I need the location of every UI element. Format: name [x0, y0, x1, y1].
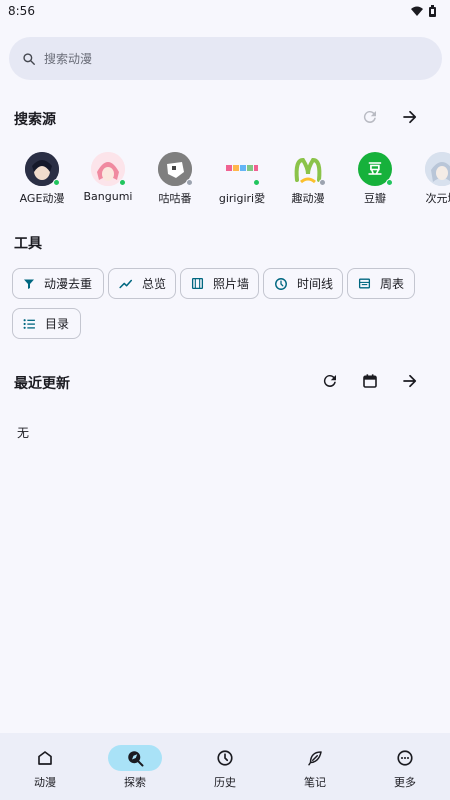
trend-icon — [119, 279, 133, 288]
source-item-qudongman[interactable]: 趣动漫 — [273, 152, 343, 206]
tool-photo-wall-button[interactable]: 照片墙 — [180, 268, 259, 299]
nav-pill — [378, 745, 432, 771]
calendar-table-icon — [358, 278, 371, 289]
tool-label: 目录 — [45, 317, 70, 331]
tool-label: 时间线 — [297, 277, 334, 291]
wifi-icon — [411, 6, 423, 16]
status-dot — [253, 179, 260, 186]
source-avatar — [25, 152, 60, 186]
nav-label: 动漫 — [34, 776, 56, 789]
status-dot — [386, 179, 393, 186]
source-item-age[interactable]: AGE动漫 — [7, 152, 77, 206]
feather-icon — [308, 751, 322, 766]
explore-icon — [128, 751, 144, 767]
refresh-icon — [363, 110, 376, 123]
tool-weekly-button[interactable]: 周表 — [347, 268, 415, 299]
source-item-bangumi[interactable]: Bangumi — [73, 152, 143, 203]
nav-pill — [198, 745, 252, 771]
tool-timeline-button[interactable]: 时间线 — [263, 268, 343, 299]
film-icon — [191, 277, 204, 290]
recent-more-button[interactable] — [398, 369, 422, 393]
status-time: 8:56 — [8, 4, 35, 18]
nav-item-notes[interactable]: 笔记 — [270, 733, 360, 800]
source-item-douban[interactable]: 豆 豆瓣 — [340, 152, 410, 206]
tool-label: 动漫去重 — [44, 277, 93, 291]
sources-section-title: 搜索源 — [14, 112, 56, 128]
nav-label: 历史 — [214, 776, 236, 789]
nav-item-more[interactable]: 更多 — [360, 733, 450, 800]
refresh-recent-button[interactable] — [318, 369, 342, 393]
nav-item-explore[interactable]: 探索 — [90, 733, 180, 800]
calendar-icon — [363, 374, 377, 388]
search-input[interactable] — [44, 51, 404, 66]
douban-logo: 豆 — [368, 162, 382, 178]
nav-pill — [18, 745, 72, 771]
status-dot — [186, 179, 193, 186]
search-icon — [23, 52, 35, 65]
source-item-gugufan[interactable]: 咕咕番 — [140, 152, 210, 206]
nav-pill-active — [108, 745, 162, 771]
nav-item-history[interactable]: 历史 — [180, 733, 270, 800]
home-icon — [38, 751, 52, 765]
sources-row: AGE动漫 Bangumi 咕咕番 girigiri愛 趣动漫 豆 豆瓣 次元 — [0, 152, 450, 212]
tool-label: 总览 — [142, 277, 167, 291]
source-label: 豆瓣 — [364, 192, 386, 205]
source-avatar — [425, 152, 450, 186]
arrow-right-icon — [403, 374, 417, 388]
sources-more-button[interactable] — [398, 105, 422, 129]
tool-label: 周表 — [380, 277, 405, 291]
source-label: AGE动漫 — [19, 192, 65, 205]
battery-icon — [429, 5, 436, 17]
bottom-nav: 动漫 探索 历史 笔记 更多 — [0, 733, 450, 800]
search-bar[interactable] — [9, 37, 442, 80]
tool-label: 照片墙 — [213, 277, 250, 291]
status-dot — [119, 179, 126, 186]
source-label: 趣动漫 — [291, 192, 325, 205]
source-label: 次元城 — [425, 192, 450, 205]
nav-label: 更多 — [394, 776, 416, 789]
clock-icon — [275, 277, 287, 290]
filter-icon — [24, 279, 34, 289]
source-avatar — [158, 152, 193, 186]
status-bar: 8:56 — [0, 0, 450, 22]
source-avatar — [91, 152, 126, 186]
source-item-girigiri[interactable]: girigiri愛 — [207, 152, 277, 206]
source-item-ciyuancheng[interactable]: 次元城 — [407, 152, 450, 206]
arrow-right-icon — [403, 110, 417, 124]
tool-overview-button[interactable]: 总览 — [108, 268, 176, 299]
status-icons — [411, 5, 436, 17]
tools-section-title: 工具 — [14, 236, 42, 252]
nav-label: 探索 — [124, 776, 146, 789]
refresh-icon — [323, 374, 336, 387]
source-label: girigiri愛 — [218, 192, 266, 205]
source-label: Bangumi — [83, 190, 133, 203]
source-avatar — [225, 152, 260, 186]
history-icon — [217, 750, 233, 766]
recent-empty-text: 无 — [17, 426, 30, 440]
tool-catalog-button[interactable]: 目录 — [12, 308, 81, 339]
recent-section-title: 最近更新 — [14, 376, 70, 392]
more-icon — [397, 750, 413, 766]
calendar-button[interactable] — [358, 369, 382, 393]
refresh-sources-button[interactable] — [358, 105, 382, 129]
source-avatar: 豆 — [358, 152, 393, 186]
status-dot — [319, 179, 326, 186]
nav-pill — [288, 745, 342, 771]
tool-dedup-button[interactable]: 动漫去重 — [12, 268, 104, 299]
status-dot — [53, 179, 60, 186]
list-icon — [23, 318, 35, 329]
nav-item-anime[interactable]: 动漫 — [0, 733, 90, 800]
source-avatar — [291, 152, 326, 186]
source-label: 咕咕番 — [158, 192, 192, 205]
nav-label: 笔记 — [304, 776, 326, 789]
